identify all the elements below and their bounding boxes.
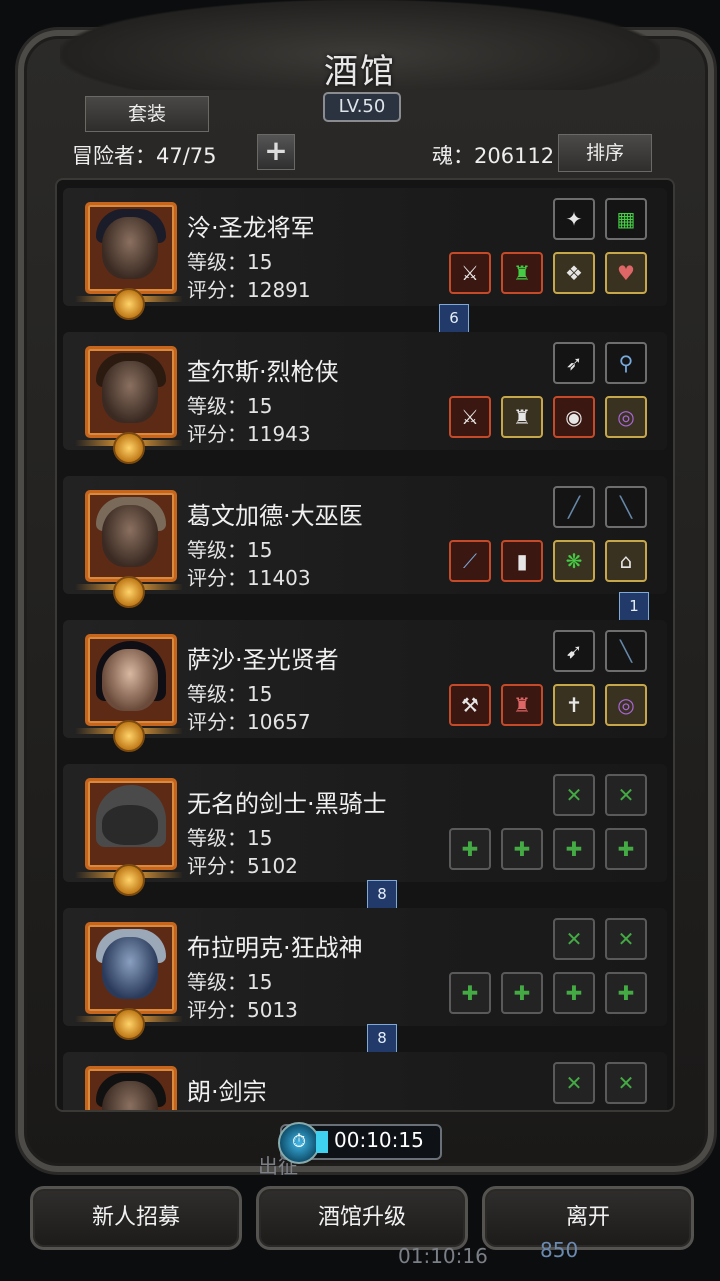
hero-portrait[interactable] xyxy=(85,1066,177,1110)
armor-slot-icon[interactable]: ♜ xyxy=(501,252,543,294)
hero-name: 朗·剑宗 xyxy=(187,1078,267,1106)
background-time: 01:10:16 xyxy=(398,1244,488,1268)
weapon-slot-icon[interactable]: ⚔ xyxy=(449,396,491,438)
timer-text: 00:10:15 xyxy=(334,1128,424,1152)
add-adventurer-button[interactable]: + xyxy=(257,134,295,170)
armor-slot-icon[interactable]: ♜ xyxy=(501,396,543,438)
empty-ring-slot-icon[interactable]: ✚ xyxy=(605,972,647,1014)
hero-row[interactable]: 布拉明克·狂战神 等级：15 评分：5013 ✕ ✕ ✚ ✚ ✚ ✚ xyxy=(63,908,667,1040)
empty-armor-slot-icon[interactable]: ✚ xyxy=(501,972,543,1014)
ring-slot-icon[interactable]: ◎ xyxy=(605,684,647,726)
empty-weapon-slot-icon[interactable]: ✚ xyxy=(449,828,491,870)
skill-slot-icon[interactable]: ✦ xyxy=(553,198,595,240)
skill-slot-icon[interactable]: ╲ xyxy=(605,486,647,528)
empty-skill-slot-icon[interactable]: ✕ xyxy=(553,774,595,816)
upgrade-tavern-button[interactable]: 酒馆升级 xyxy=(256,1186,468,1250)
weapon-slot-icon[interactable]: ⟋ xyxy=(449,540,491,582)
star-emblem-icon xyxy=(113,288,145,320)
skill-slot-icon[interactable]: ▦ xyxy=(605,198,647,240)
hero-row[interactable]: 泠·圣龙将军 等级：15 评分：12891 ✦ ▦ ⚔ ♜ ❖ ♥ xyxy=(63,188,667,320)
hero-row[interactable]: 朗·剑宗 ✕ ✕ xyxy=(63,1052,667,1110)
hero-row[interactable]: 无名的剑士·黑骑士 等级：15 评分：5102 ✕ ✕ ✚ ✚ ✚ ✚ xyxy=(63,764,667,896)
hero-score: 评分：5102 xyxy=(187,854,298,878)
hero-level: 等级：15 xyxy=(187,970,273,994)
star-emblem-icon xyxy=(113,432,145,464)
clock-icon: ⏱ xyxy=(278,1122,320,1164)
star-emblem-icon xyxy=(113,720,145,752)
hero-level: 等级：15 xyxy=(187,538,273,562)
boots-slot-icon[interactable]: ⌂ xyxy=(605,540,647,582)
sort-button[interactable]: 排序 xyxy=(558,134,652,172)
adventurer-count: 冒险者：47/75 xyxy=(72,144,217,168)
hero-portrait[interactable] xyxy=(85,490,177,582)
empty-accessory-slot-icon[interactable]: ✚ xyxy=(553,828,595,870)
hero-portrait[interactable] xyxy=(85,922,177,1014)
ring-slot-icon[interactable]: ◎ xyxy=(605,396,647,438)
hero-row[interactable]: 葛文加德·大巫医 等级：15 评分：11403 ╱ ╲ ⟋ ▮ ❋ ⌂ xyxy=(63,476,667,608)
empty-skill-slot-icon[interactable]: ✕ xyxy=(605,774,647,816)
accessory-slot-icon[interactable]: ❖ xyxy=(553,252,595,294)
recruit-button[interactable]: 新人招募 xyxy=(30,1186,242,1250)
hero-portrait[interactable] xyxy=(85,634,177,726)
hero-name: 葛文加德·大巫医 xyxy=(187,502,363,530)
hero-name: 布拉明克·狂战神 xyxy=(187,934,363,962)
leave-button[interactable]: 离开 xyxy=(482,1186,694,1250)
hero-score: 评分：12891 xyxy=(187,278,311,302)
timer-display: ⏱ 00:10:15 xyxy=(278,1122,442,1164)
hero-name: 无名的剑士·黑骑士 xyxy=(187,790,387,818)
skill-slot-icon[interactable]: ⚲ xyxy=(605,342,647,384)
skill-slot-icon[interactable]: ➶ xyxy=(553,342,595,384)
hero-row[interactable]: 查尔斯·烈枪侠 等级：15 评分：11943 ➶ ⚲ ⚔ ♜ ◉ ◎ xyxy=(63,332,667,464)
hero-score: 评分：11943 xyxy=(187,422,311,446)
hero-list[interactable]: 泠·圣龙将军 等级：15 评分：12891 ✦ ▦ ⚔ ♜ ❖ ♥ 6 查尔斯·… xyxy=(55,178,675,1112)
skill-slot-icon[interactable]: ╱ xyxy=(553,486,595,528)
soul-count: 魂：206112 xyxy=(432,144,555,168)
weapon-slot-icon[interactable]: ⚔ xyxy=(449,252,491,294)
star-emblem-icon xyxy=(113,576,145,608)
weapon-slot-icon[interactable]: ⚒ xyxy=(449,684,491,726)
empty-accessory-slot-icon[interactable]: ✚ xyxy=(553,972,595,1014)
hero-level: 等级：15 xyxy=(187,682,273,706)
armor-slot-icon[interactable]: ♜ xyxy=(501,684,543,726)
trinket-slot-icon[interactable]: ♥ xyxy=(605,252,647,294)
timer-progress xyxy=(316,1131,328,1153)
tavern-level-badge: LV.50 xyxy=(323,92,401,122)
accessory-slot-icon[interactable]: ❋ xyxy=(553,540,595,582)
empty-weapon-slot-icon[interactable]: ✚ xyxy=(449,972,491,1014)
star-emblem-icon xyxy=(113,1008,145,1040)
hero-level: 等级：15 xyxy=(187,394,273,418)
suit-button[interactable]: 套装 xyxy=(85,96,209,132)
hero-portrait[interactable] xyxy=(85,202,177,294)
accessory-slot-icon[interactable]: ✝ xyxy=(553,684,595,726)
background-count: 850 xyxy=(540,1238,579,1262)
accessory-slot-icon[interactable]: ◉ xyxy=(553,396,595,438)
skill-slot-icon[interactable]: ➹ xyxy=(553,630,595,672)
hero-row[interactable]: 萨沙·圣光贤者 等级：15 评分：10657 ➹ ╲ ⚒ ♜ ✝ ◎ xyxy=(63,620,667,752)
empty-skill-slot-icon[interactable]: ✕ xyxy=(553,918,595,960)
hero-score: 评分：5013 xyxy=(187,998,298,1022)
hero-score: 评分：11403 xyxy=(187,566,311,590)
hero-name: 泠·圣龙将军 xyxy=(187,214,315,242)
hero-level: 等级：15 xyxy=(187,826,273,850)
star-emblem-icon xyxy=(113,864,145,896)
hero-name: 查尔斯·烈枪侠 xyxy=(187,358,339,386)
empty-skill-slot-icon[interactable]: ✕ xyxy=(605,918,647,960)
hero-level: 等级：15 xyxy=(187,250,273,274)
hero-name: 萨沙·圣光贤者 xyxy=(187,646,339,674)
empty-skill-slot-icon[interactable]: ✕ xyxy=(605,1062,647,1104)
hero-portrait[interactable] xyxy=(85,778,177,870)
skill-slot-icon[interactable]: ╲ xyxy=(605,630,647,672)
empty-skill-slot-icon[interactable]: ✕ xyxy=(553,1062,595,1104)
hero-portrait[interactable] xyxy=(85,346,177,438)
armor-slot-icon[interactable]: ▮ xyxy=(501,540,543,582)
page-title: 酒馆 xyxy=(324,52,396,92)
empty-armor-slot-icon[interactable]: ✚ xyxy=(501,828,543,870)
hero-score: 评分：10657 xyxy=(187,710,311,734)
empty-ring-slot-icon[interactable]: ✚ xyxy=(605,828,647,870)
